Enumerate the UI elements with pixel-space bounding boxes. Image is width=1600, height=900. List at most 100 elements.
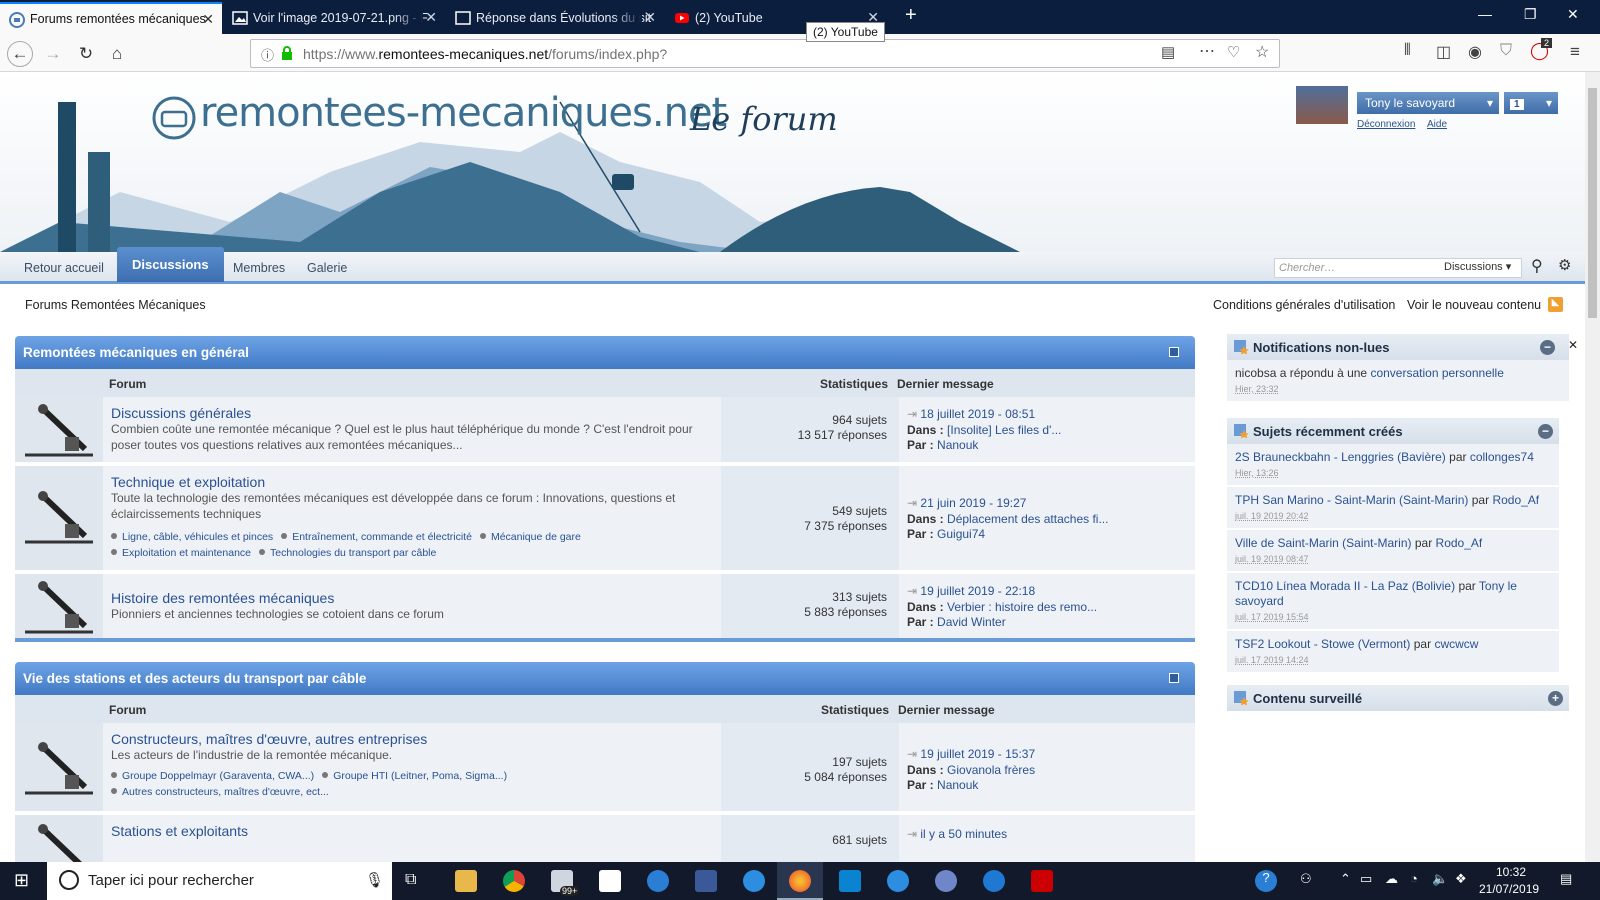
subforum-link[interactable]: Groupe HTI (Leitner, Poma, Sigma...) bbox=[322, 770, 507, 782]
page-actions-icon[interactable]: ⋯ bbox=[1199, 41, 1215, 61]
account-icon[interactable]: ◉ bbox=[1468, 42, 1482, 62]
menu-discussions[interactable]: Discussions bbox=[117, 247, 224, 282]
list-item[interactable]: TPH San Marino - Saint-Marin (Saint-Mari… bbox=[1227, 487, 1559, 530]
conversation-link[interactable]: conversation personnelle bbox=[1370, 366, 1503, 380]
expand-icon[interactable]: + bbox=[1548, 691, 1563, 706]
list-item[interactable]: 2S Brauneckbahn - Lenggries (Bavière) pa… bbox=[1227, 444, 1559, 487]
user-menu-button[interactable]: Tony le savoyard ▾ bbox=[1357, 92, 1499, 114]
last-post-author[interactable]: Nanouk bbox=[937, 438, 978, 452]
logout-link[interactable]: Déconnexion bbox=[1357, 119, 1415, 130]
breadcrumb[interactable]: Forums Remontées Mécaniques bbox=[25, 298, 206, 312]
reader-view-icon[interactable]: ▤ bbox=[1161, 43, 1175, 61]
menu-icon[interactable]: ≡ bbox=[1570, 42, 1580, 62]
list-item[interactable]: Ville de Saint-Marin (Saint-Marin) par R… bbox=[1227, 530, 1559, 573]
category-header[interactable]: Vie des stations et des acteurs du trans… bbox=[15, 662, 1195, 695]
sidebar-icon[interactable]: ◫ bbox=[1436, 42, 1451, 62]
subforum-link[interactable]: Entraînement, commande et électricité bbox=[281, 531, 472, 543]
menu-members[interactable]: Membres bbox=[233, 261, 285, 275]
maximize-button[interactable]: ❐ bbox=[1524, 6, 1537, 23]
last-post-date[interactable]: il y a 50 minutes bbox=[920, 827, 1007, 841]
shield-icon[interactable]: ⛉ bbox=[1500, 42, 1512, 60]
forum-title[interactable]: Technique et exploitation bbox=[111, 474, 713, 490]
avatar[interactable] bbox=[1296, 86, 1348, 124]
sidebar-recent-header[interactable]: Sujets récemment créés − bbox=[1227, 418, 1559, 444]
task-view-icon[interactable]: ⧉ bbox=[405, 871, 416, 889]
collapse-icon[interactable] bbox=[1169, 673, 1179, 683]
sidebar-watched-header[interactable]: Contenu surveillé + bbox=[1227, 685, 1569, 711]
close-tab-icon[interactable]: ✕ bbox=[202, 11, 214, 28]
forum-title[interactable]: Discussions générales bbox=[111, 405, 713, 421]
tab-forums[interactable]: Forums remontées mécaniques ✕ bbox=[0, 2, 222, 34]
collapse-icon[interactable] bbox=[1169, 347, 1179, 357]
onedrive-icon[interactable]: ☁ bbox=[1385, 871, 1398, 887]
home-icon[interactable]: ⌂ bbox=[104, 41, 130, 67]
taskbar-search-input[interactable]: Taper ici pour rechercher 🎙 bbox=[47, 862, 392, 900]
facebook-icon[interactable] bbox=[695, 870, 717, 892]
site-logo[interactable]: remontees-mecaniques.net bbox=[200, 90, 727, 136]
info-icon[interactable]: ⓘ bbox=[261, 45, 274, 64]
volume-icon[interactable]: 🔈 bbox=[1432, 871, 1448, 887]
clock-date[interactable]: 21/07/2019 bbox=[1479, 882, 1539, 896]
close-window-button[interactable]: ✕ bbox=[1567, 6, 1579, 23]
tab-reply[interactable]: Réponse dans Évolutions du sit ✕ bbox=[446, 2, 664, 34]
library-icon[interactable]: ⫴ bbox=[1404, 42, 1411, 60]
rss-icon[interactable]: ◣ bbox=[1548, 297, 1563, 312]
mcafee-icon[interactable] bbox=[1031, 870, 1053, 892]
last-post-author[interactable]: Guigui74 bbox=[937, 527, 985, 541]
wifi-icon[interactable]: ◔ bbox=[1410, 871, 1418, 886]
pocket-icon[interactable]: ♡ bbox=[1227, 43, 1240, 61]
last-post-topic[interactable]: Giovanola frères bbox=[947, 763, 1035, 777]
list-item[interactable]: TSF2 Lookout - Stowe (Vermont) par cwcwc… bbox=[1227, 631, 1559, 674]
last-post-date[interactable]: 18 juillet 2019 - 08:51 bbox=[920, 407, 1035, 421]
forward-arrow-icon[interactable]: → bbox=[40, 41, 66, 67]
subforum-link[interactable]: Autres constructeurs, maîtres d'œuvre, e… bbox=[111, 786, 329, 798]
forum-title[interactable]: Stations et exploitants bbox=[111, 823, 713, 839]
forum-title[interactable]: Histoire des remontées mécaniques bbox=[111, 590, 713, 606]
internet-explorer-icon[interactable] bbox=[743, 870, 765, 892]
address-bar[interactable]: ⓘ https://www.remontees-mecaniques.net/f… bbox=[250, 39, 1280, 68]
search-scope-select[interactable]: Discussions ▾ bbox=[1444, 260, 1511, 273]
firefox-taskbar-item[interactable] bbox=[777, 862, 823, 900]
file-explorer-icon[interactable] bbox=[455, 870, 477, 892]
last-post-topic[interactable]: Déplacement des attaches fi... bbox=[947, 512, 1108, 526]
instagram-icon[interactable] bbox=[839, 870, 861, 892]
windows-start-icon[interactable]: ⊞ bbox=[14, 870, 29, 891]
menu-gallery[interactable]: Galerie bbox=[307, 261, 347, 275]
last-post-author[interactable]: Nanouk bbox=[937, 778, 978, 792]
clock-time[interactable]: 10:32 bbox=[1496, 865, 1526, 879]
chevron-up-icon[interactable]: ⌃ bbox=[1340, 871, 1351, 887]
close-tab-icon[interactable]: ✕ bbox=[644, 9, 656, 26]
internet-explorer-icon[interactable] bbox=[887, 870, 909, 892]
collapse-icon[interactable]: − bbox=[1538, 424, 1553, 439]
subforum-link[interactable]: Mécanique de gare bbox=[480, 531, 581, 543]
people-icon[interactable]: ⚇ bbox=[1300, 871, 1312, 887]
last-post-topic[interactable]: [Insolite] Les files d'... bbox=[947, 423, 1061, 437]
subforum-link[interactable]: Exploitation et maintenance bbox=[111, 547, 251, 559]
action-center-icon[interactable]: ▤ bbox=[1560, 871, 1572, 887]
new-content-link[interactable]: Voir le nouveau contenu bbox=[1407, 298, 1541, 312]
microphone-icon[interactable]: 🎙 bbox=[365, 871, 384, 889]
last-post-date[interactable]: 19 juillet 2019 - 22:18 bbox=[920, 584, 1035, 598]
category-header[interactable]: Remontées mécaniques en général bbox=[15, 336, 1195, 369]
terms-link[interactable]: Conditions générales d'utilisation bbox=[1213, 298, 1395, 312]
subforum-link[interactable]: Ligne, câble, véhicules et pinces bbox=[111, 531, 273, 543]
subforum-link[interactable]: Technologies du transport par câble bbox=[259, 547, 436, 559]
search-icon[interactable]: ⚲ bbox=[1531, 256, 1543, 276]
dropbox-icon[interactable]: ❖ bbox=[1455, 871, 1467, 887]
reload-icon[interactable]: ↻ bbox=[73, 41, 99, 67]
bookmark-star-icon[interactable]: ☆ bbox=[1255, 42, 1269, 62]
help-link[interactable]: Aide bbox=[1427, 119, 1447, 130]
store-icon[interactable] bbox=[599, 870, 621, 892]
close-tab-icon[interactable]: ✕ bbox=[425, 9, 437, 26]
sidebar-notifications-header[interactable]: Notifications non-lues − bbox=[1227, 334, 1569, 360]
back-arrow-icon[interactable]: ← bbox=[7, 41, 33, 67]
last-post-date[interactable]: 19 juillet 2019 - 15:37 bbox=[920, 747, 1035, 761]
tab-image[interactable]: Voir l'image 2019-07-21.png - F ✕ bbox=[223, 2, 445, 34]
list-item[interactable]: TCD10 Línea Morada II - La Paz (Bolivie)… bbox=[1227, 573, 1559, 631]
notifications-button[interactable]: 1 ▾ bbox=[1504, 92, 1558, 114]
minimize-button[interactable]: — bbox=[1478, 6, 1492, 22]
edge-icon[interactable] bbox=[983, 870, 1005, 892]
scrollbar[interactable] bbox=[1585, 72, 1600, 862]
subforum-link[interactable]: Groupe Doppelmayr (Garaventa, CWA...) bbox=[111, 770, 314, 782]
last-post-date[interactable]: 21 juin 2019 - 19:27 bbox=[920, 496, 1026, 510]
